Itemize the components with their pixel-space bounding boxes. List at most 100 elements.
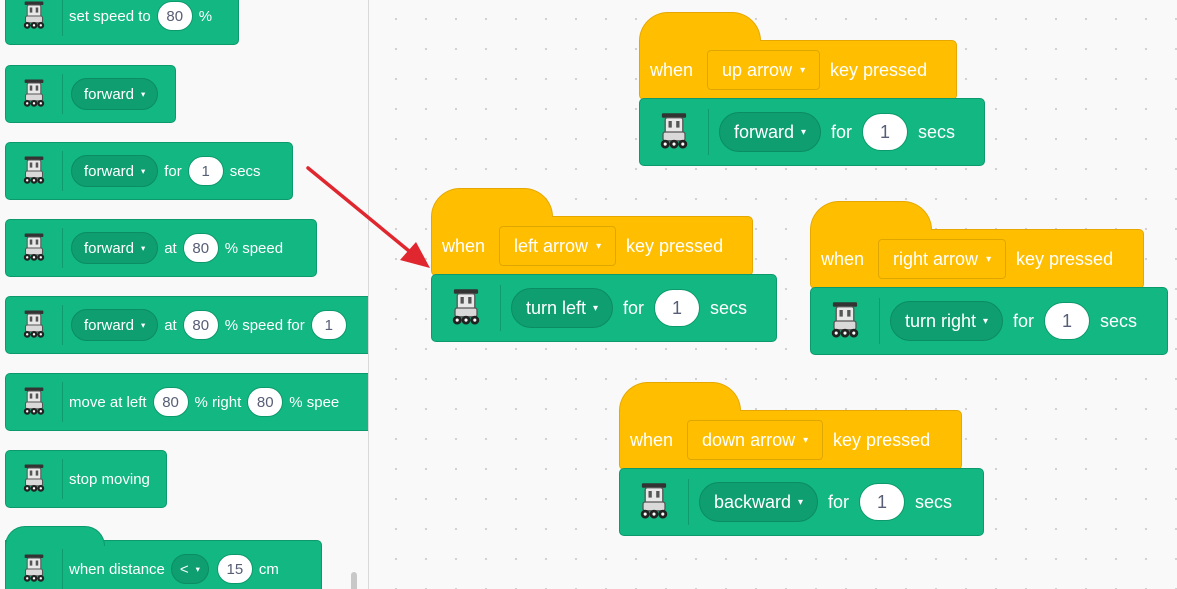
forward-block[interactable]: forward ▾ — [5, 65, 176, 123]
key-dropdown[interactable]: left arrow ▾ — [499, 226, 617, 266]
hat-label: key pressed — [833, 429, 931, 450]
block-label: for — [1013, 310, 1035, 331]
turn-for-block[interactable]: turn left ▾ for 1 secs — [431, 274, 777, 342]
direction-value: forward — [84, 316, 135, 334]
forward-at-speed-block[interactable]: forward ▾ at 80 % speed — [5, 219, 317, 277]
speed-input[interactable]: 80 — [182, 310, 219, 340]
move-for-block[interactable]: forward ▾ for 1 secs — [639, 98, 985, 166]
caret-icon: ▾ — [803, 434, 809, 446]
speed-input[interactable]: 80 — [156, 1, 193, 31]
secs-input[interactable]: 1 — [859, 483, 906, 521]
caret-icon: ▾ — [593, 302, 598, 314]
block-label: % right — [194, 393, 242, 411]
robot-icon — [6, 382, 63, 422]
direction-value: forward — [84, 239, 135, 257]
forward-for-block[interactable]: forward ▾ for 1 secs — [5, 142, 293, 200]
key-value: left arrow — [514, 235, 589, 256]
secs-input[interactable]: 1 — [862, 113, 909, 151]
hat-label: when — [442, 235, 486, 256]
direction-dropdown[interactable]: forward ▾ — [71, 78, 159, 110]
block-label: for — [828, 491, 850, 512]
caret-icon: ▾ — [798, 496, 804, 508]
block-label: for — [831, 121, 853, 142]
caret-icon: ▾ — [141, 321, 146, 330]
key-dropdown[interactable]: right arrow ▾ — [878, 239, 1007, 279]
secs-input[interactable]: 1 — [654, 289, 701, 327]
move-for-block[interactable]: backward ▾ for 1 secs — [619, 468, 984, 536]
left-speed-input[interactable]: 80 — [152, 387, 189, 417]
robot-icon — [6, 74, 63, 114]
block-label: for — [164, 162, 182, 180]
block-unit: % — [198, 7, 213, 25]
block-label: at — [164, 239, 177, 257]
secs-input[interactable]: 1 — [1044, 302, 1091, 340]
distance-input[interactable]: 15 — [216, 554, 253, 584]
script-workspace[interactable]: when up arrow ▾ key pressed forward ▾ fo… — [369, 0, 1177, 589]
caret-icon: ▾ — [801, 126, 806, 138]
block-unit: secs — [915, 491, 953, 512]
block-unit: cm — [258, 560, 279, 578]
robot-icon — [432, 284, 501, 332]
direction-dropdown[interactable]: forward ▾ — [71, 309, 159, 341]
when-key-pressed-hat[interactable]: when down arrow ▾ key pressed — [619, 382, 962, 470]
robot-icon — [6, 0, 63, 36]
stop-moving-block[interactable]: stop moving — [5, 450, 167, 508]
robot-icon — [6, 459, 63, 499]
hat-label: when — [630, 429, 674, 450]
block-label: stop moving — [69, 470, 150, 488]
direction-dropdown[interactable]: turn left ▾ — [511, 288, 613, 328]
block-label: move at left — [69, 393, 147, 411]
set-speed-block[interactable]: set speed to 80 % — [5, 0, 239, 45]
block-unit: secs — [918, 121, 956, 142]
palette-scrollbar[interactable] — [351, 572, 357, 589]
robot-icon — [620, 478, 689, 526]
block-unit: % speed for — [224, 316, 305, 334]
hat-label: key pressed — [1016, 248, 1114, 269]
direction-dropdown[interactable]: backward ▾ — [699, 482, 819, 522]
block-unit: secs — [710, 297, 748, 318]
robot-icon — [811, 297, 880, 345]
caret-icon: ▾ — [983, 315, 989, 327]
move-at-left-right-block[interactable]: move at left 80 % right 80 % spee — [5, 373, 368, 431]
key-dropdown[interactable]: up arrow ▾ — [707, 50, 821, 90]
block-palette: set speed to 80 % forward ▾ forward ▾ fo… — [0, 0, 369, 589]
operator-dropdown[interactable]: < ▾ — [170, 554, 209, 584]
when-key-pressed-hat[interactable]: when up arrow ▾ key pressed — [639, 12, 957, 100]
turn-for-block[interactable]: turn right ▾ for 1 secs — [810, 287, 1168, 355]
forward-at-speed-for-block[interactable]: forward ▾ at 80 % speed for 1 — [5, 296, 368, 354]
key-dropdown[interactable]: down arrow ▾ — [687, 420, 824, 460]
caret-icon: ▾ — [596, 240, 602, 252]
block-label: when distance — [69, 560, 165, 578]
caret-icon: ▾ — [141, 244, 146, 253]
hat-label: when — [821, 248, 865, 269]
direction-value: backward — [714, 491, 792, 512]
robot-icon — [6, 305, 63, 345]
when-key-pressed-hat[interactable]: when right arrow ▾ key pressed — [810, 201, 1144, 289]
block-unit: % spee — [289, 393, 340, 411]
caret-icon: ▾ — [986, 253, 992, 265]
direction-dropdown[interactable]: forward ▾ — [71, 232, 159, 264]
secs-input[interactable]: 1 — [310, 310, 347, 340]
block-unit: % speed — [224, 239, 284, 257]
operator-value: < — [179, 560, 189, 578]
direction-value: forward — [84, 85, 135, 103]
when-key-pressed-hat[interactable]: when left arrow ▾ key pressed — [431, 188, 753, 276]
robot-icon — [640, 108, 709, 156]
hat-label: key pressed — [626, 235, 724, 256]
robot-icon — [6, 228, 63, 268]
direction-dropdown[interactable]: forward ▾ — [719, 112, 821, 152]
hat-cap — [5, 526, 105, 546]
block-label: at — [164, 316, 177, 334]
when-distance-hat-block[interactable]: when distance < ▾ 15 cm — [5, 540, 322, 589]
direction-value: turn left — [526, 297, 587, 318]
hat-label: key pressed — [830, 59, 928, 80]
speed-input[interactable]: 80 — [182, 233, 219, 263]
direction-dropdown[interactable]: forward ▾ — [71, 155, 159, 187]
direction-value: forward — [734, 121, 795, 142]
secs-input[interactable]: 1 — [187, 156, 224, 186]
right-speed-input[interactable]: 80 — [247, 387, 284, 417]
direction-dropdown[interactable]: turn right ▾ — [890, 301, 1004, 341]
annotation-arrow — [306, 166, 430, 268]
hat-label: when — [650, 59, 694, 80]
caret-icon: ▾ — [141, 167, 146, 176]
